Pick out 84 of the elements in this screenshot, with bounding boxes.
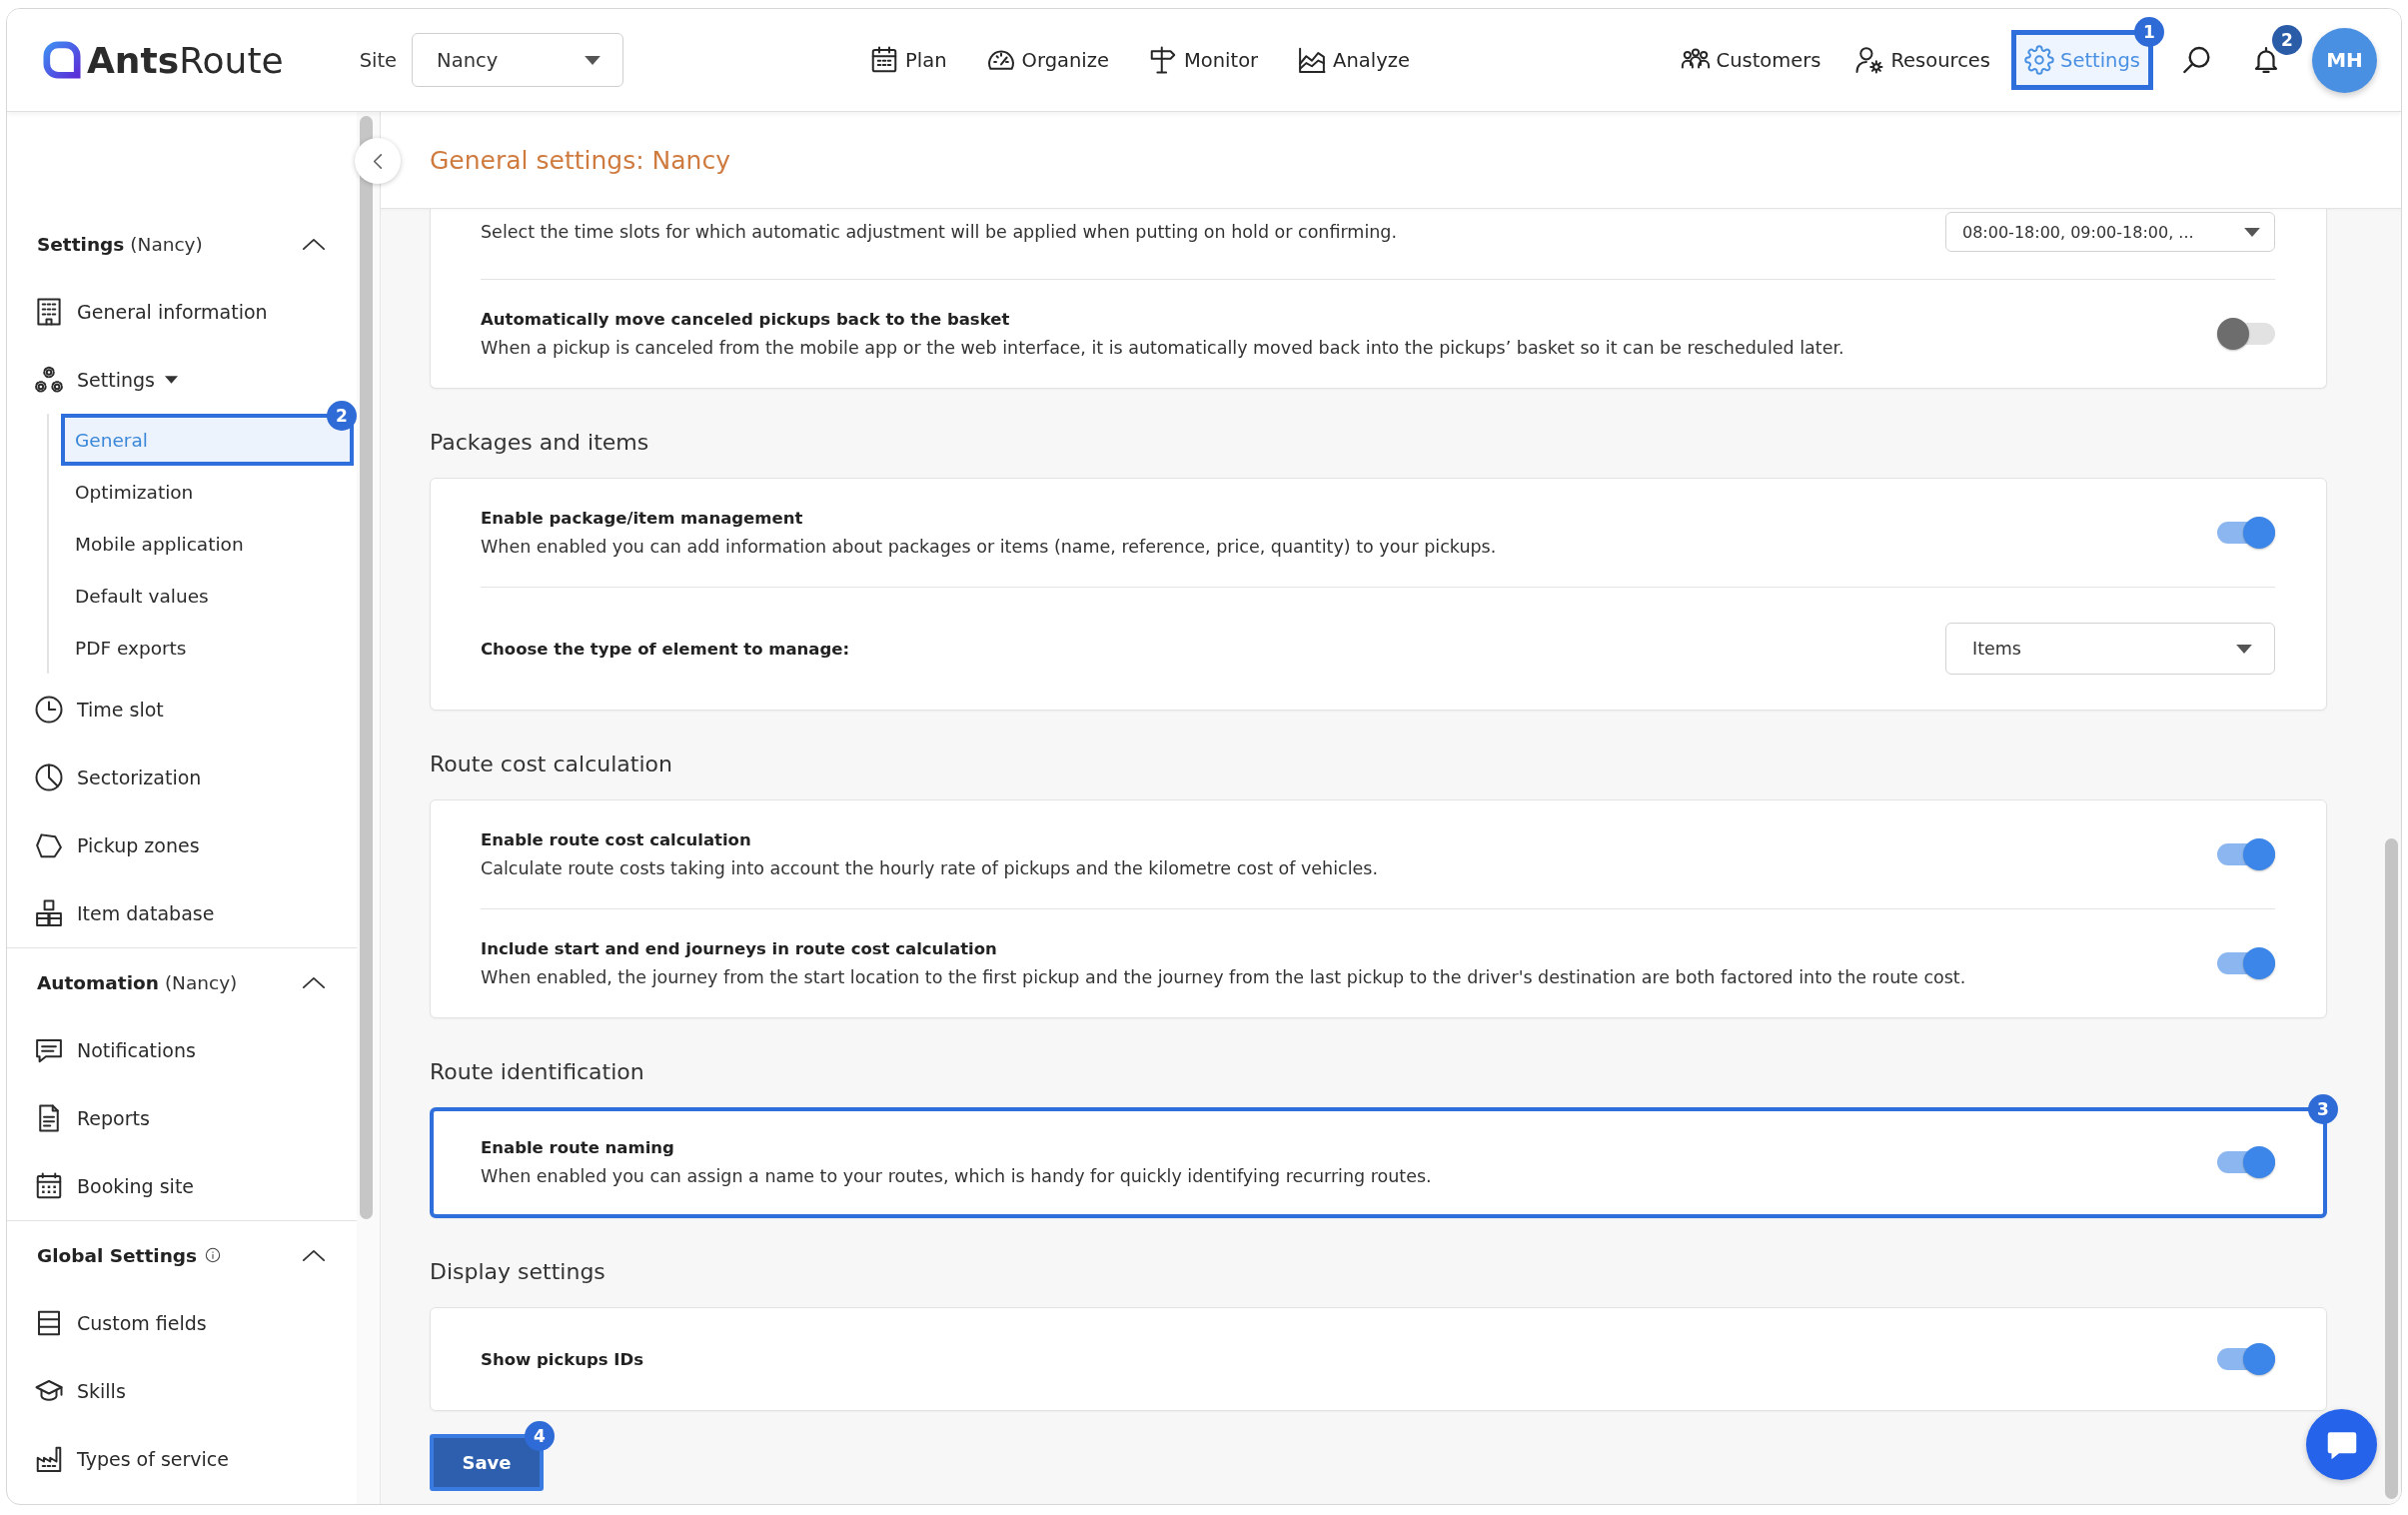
nav-link[interactable]: Customers bbox=[1667, 30, 1834, 90]
callout-badge: 4 bbox=[525, 1421, 555, 1451]
setting-title: Enable route naming bbox=[481, 1137, 675, 1159]
toggle-switch[interactable] bbox=[2217, 517, 2275, 549]
chevron-left-icon bbox=[373, 152, 383, 170]
building-icon bbox=[34, 297, 64, 327]
setting-title: Automatically move canceled pickups back to the basket bbox=[481, 309, 1011, 331]
sidebar-item[interactable]: Booking site bbox=[7, 1152, 357, 1220]
setting-description: When enabled you can assign a name to your routes, which is handy for quickly identifying recurring routes. bbox=[481, 1165, 1432, 1188]
select-field[interactable]: 08:00-18:00, 09:00-18:00, ... bbox=[1945, 212, 2275, 252]
setting-description: Calculate route costs taking into account the hourly rate of pickups and the kilometre cost of vehicles. bbox=[481, 857, 1378, 880]
sidebar-subitem[interactable]: Optimization bbox=[61, 466, 354, 518]
polygon-icon bbox=[34, 830, 64, 860]
sidebar-item[interactable]: Custom fields bbox=[7, 1289, 357, 1357]
settings-icon bbox=[2024, 45, 2054, 75]
sidebar-item[interactable]: General information bbox=[7, 278, 357, 346]
pie-chart-icon bbox=[34, 762, 64, 792]
section-heading: Route cost calculation bbox=[430, 751, 673, 778]
sidebar-item[interactable]: Time slot bbox=[7, 676, 357, 744]
callout-badge: 3 bbox=[2308, 1094, 2338, 1124]
section-scope: (Nancy) bbox=[130, 233, 203, 255]
setting-title: Show pickups IDs bbox=[481, 1348, 643, 1371]
section-heading: Route identification bbox=[430, 1058, 645, 1086]
section-heading: Packages and items bbox=[430, 429, 650, 457]
section-title: Global Settings bbox=[37, 1244, 198, 1266]
toggle-switch[interactable] bbox=[2217, 318, 2275, 350]
toggle-switch[interactable] bbox=[2217, 947, 2275, 979]
sidebar-item[interactable]: Skills bbox=[7, 1357, 357, 1425]
sidebar-subitem[interactable]: Default values bbox=[61, 570, 354, 622]
chat-button[interactable] bbox=[2306, 1409, 2377, 1480]
select-field[interactable]: Items bbox=[1945, 623, 2275, 675]
setting-title: Enable route cost calculation bbox=[481, 829, 752, 851]
page-title: General settings: Nancy bbox=[430, 145, 730, 175]
area-chart-icon bbox=[1297, 45, 1328, 75]
chevron-up-icon[interactable] bbox=[302, 975, 326, 989]
sidebar-item[interactable]: Reports bbox=[7, 1084, 357, 1152]
sidebar-subitem[interactable]: Mobile application bbox=[61, 518, 354, 570]
gears-icon bbox=[34, 365, 64, 395]
chevron-up-icon[interactable] bbox=[302, 237, 326, 251]
toggle-switch[interactable] bbox=[2217, 1146, 2275, 1178]
nav-link[interactable]: Resources bbox=[1841, 30, 2003, 90]
setting-title: Enable package/item management bbox=[481, 508, 804, 530]
setting-description: Select the time slots for which automatic adjustment will be applied when putting on hold or confirming. bbox=[481, 220, 1397, 244]
caret-down-icon bbox=[585, 55, 602, 65]
caret-down-icon bbox=[2244, 227, 2260, 237]
setting-description: When enabled, the journey from the start location to the first pickup and the journey from the last pickup to the driver's destination are both factored into the route cost. bbox=[481, 966, 1966, 989]
logo-icon bbox=[43, 41, 81, 79]
callout-badge: 2 bbox=[327, 401, 357, 431]
sidebar-subitem[interactable]: PDF exports bbox=[61, 622, 354, 674]
nav-link[interactable]: Organize bbox=[985, 45, 1109, 75]
nav-link[interactable]: Plan bbox=[869, 45, 947, 75]
factory-icon bbox=[34, 1444, 64, 1474]
callout-badge: 1 bbox=[2134, 17, 2164, 47]
scrollbar-thumb[interactable] bbox=[2385, 838, 2398, 1499]
toggle-switch[interactable] bbox=[2217, 838, 2275, 870]
setting-description: When a pickup is canceled from the mobile app or the web interface, it is automatically moved back into the pickups’ basket so it can be rescheduled later. bbox=[481, 337, 1844, 360]
setting-title: Include start and end journeys in route cost calculation bbox=[481, 938, 998, 960]
sidebar-item[interactable]: Sectorization bbox=[7, 744, 357, 811]
nav-link[interactable]: Monitor bbox=[1148, 45, 1259, 75]
person-gear-icon bbox=[1854, 45, 1885, 75]
calendar-icon bbox=[34, 1171, 64, 1201]
scrollbar-thumb[interactable] bbox=[360, 116, 373, 1219]
setting-description: When enabled you can add information about packages or items (name, reference, price, quantity) to your pickups. bbox=[481, 536, 1497, 559]
nav-link[interactable]: Analyze bbox=[1297, 45, 1410, 75]
boxes-icon bbox=[34, 898, 64, 928]
sidebar-item[interactable]: Types of service bbox=[7, 1425, 357, 1493]
notification-count: 2 bbox=[2272, 25, 2302, 55]
chevron-up-icon[interactable] bbox=[302, 1248, 326, 1262]
section-heading: Display settings bbox=[430, 1258, 606, 1286]
signpost-icon bbox=[1148, 45, 1178, 75]
sidebar-item[interactable]: Pickup zones bbox=[7, 811, 357, 879]
sidebar-item[interactable]: Notifications bbox=[7, 1016, 357, 1084]
sidebar-item[interactable]: Item database bbox=[7, 879, 357, 947]
setting-title: Choose the type of element to manage: bbox=[481, 638, 850, 661]
clock-icon bbox=[34, 695, 64, 725]
site-label: Site bbox=[359, 48, 398, 72]
toggle-switch[interactable] bbox=[2217, 1343, 2275, 1375]
section-title: Settings bbox=[37, 233, 125, 255]
caret-down-icon bbox=[2236, 644, 2252, 654]
section-scope: (Nancy) bbox=[164, 971, 238, 993]
info-icon bbox=[205, 1247, 222, 1263]
logo-text: AntsRoute bbox=[87, 39, 284, 81]
site-select[interactable]: Nancy bbox=[412, 33, 624, 87]
section-title: Automation bbox=[37, 971, 159, 993]
